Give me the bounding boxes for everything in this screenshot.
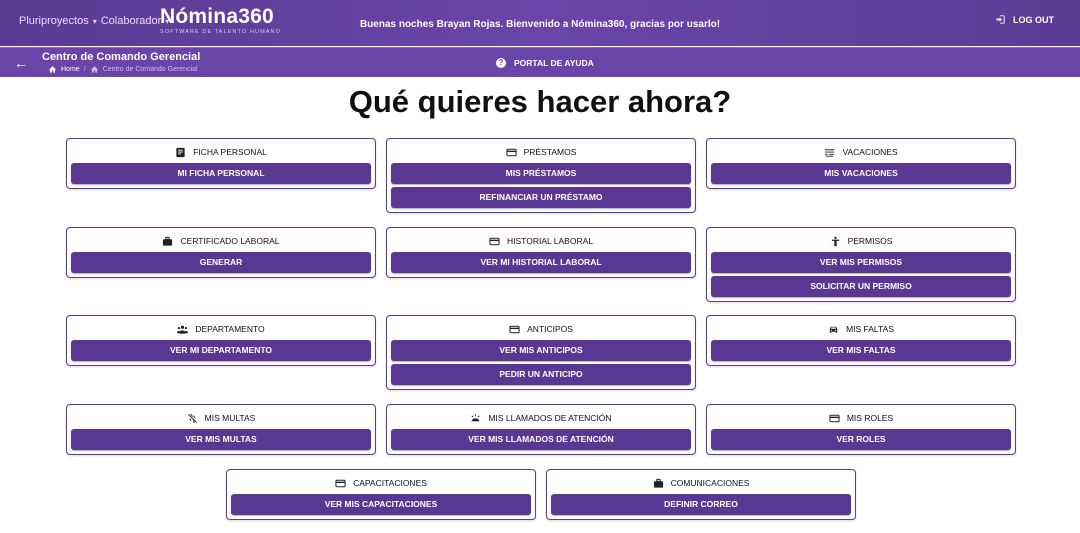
action-button[interactable]: PEDIR UN ANTICIPO [391, 364, 691, 385]
logout-label[interactable]: LOG OUT [1013, 15, 1054, 25]
action-button[interactable]: MIS VACACIONES [711, 163, 1011, 184]
action-button[interactable]: REFINANCIAR UN PRÉSTAMO [391, 187, 691, 208]
card-vacaciones: VACACIONES MIS VACACIONES [706, 138, 1016, 189]
action-button[interactable]: DEFINIR CORREO [551, 494, 851, 515]
card-header: CAPACITACIONES [231, 475, 531, 491]
card-historial-laboral: HISTORIAL LABORAL VER MI HISTORIAL LABORA… [386, 227, 696, 278]
breadcrumb-home[interactable]: Home [61, 66, 80, 73]
sub-header: ← Centro de Comando Gerencial Home / Cen… [0, 47, 1080, 77]
credit-card-icon [506, 148, 517, 156]
beach-icon [825, 148, 835, 157]
card-capacitaciones: CAPACITACIONES VER MIS CAPACITACIONES [226, 469, 536, 520]
help-label[interactable]: PORTAL DE AYUDA [514, 58, 594, 68]
action-button[interactable]: SOLICITAR UN PERMISO [711, 276, 1011, 297]
top-header: Pluriproyectos ▾ Colaborador ▾ Nómina360 SO… [0, 0, 1080, 46]
crossed-icon [187, 413, 197, 423]
breadcrumb-separator: / [83, 65, 86, 73]
card-title: MIS FALTAS [846, 324, 894, 334]
card-title: CAPACITACIONES [353, 478, 427, 488]
home-icon [90, 66, 98, 73]
card-header: DEPARTAMENTO [71, 321, 371, 337]
card-permisos: PERMISOS VER MIS PERMISOS SOLICITAR UN PER… [706, 227, 1016, 302]
page-heading: Qué quieres hacer ahora? [348, 84, 732, 119]
credit-card-icon [335, 479, 346, 487]
card-header: MIS FALTAS [711, 321, 1011, 337]
card-header: MIS LLAMADOS DE ATENCIÓN [391, 410, 691, 426]
action-button[interactable]: MIS PRÉSTAMOS [391, 163, 691, 184]
card-header: PRÉSTAMOS [391, 144, 691, 160]
card-certificado-laboral: CERTIFICADO LABORAL GENERAR [66, 227, 376, 278]
card-mis-multas: MIS MULTAS VER MIS MULTAS [66, 404, 376, 455]
card-departamento: DEPARTAMENTO VER MI DEPARTAMENTO [66, 315, 376, 366]
action-button[interactable]: VER MIS ANTICIPOS [391, 340, 691, 361]
page-title: Centro de Comando Gerencial [42, 51, 201, 63]
briefcase-icon [163, 236, 173, 246]
action-button[interactable]: VER MI DEPARTAMENTO [71, 340, 371, 361]
action-button[interactable]: VER MIS LLAMADOS DE ATENCIÓN [391, 429, 691, 450]
breadcrumb-current: Centro de Comando Gerencial [102, 65, 198, 73]
car-icon [829, 326, 838, 333]
logout-icon [996, 15, 1005, 24]
action-button[interactable]: VER ROLES [711, 429, 1011, 450]
credit-card-icon [509, 325, 520, 333]
card-mis-roles: MIS ROLES VER ROLES [706, 404, 1016, 455]
briefcase-icon [653, 478, 663, 488]
group-icon [177, 325, 189, 334]
card-comunicaciones: COMUNICACIONES DEFINIR CORREO [546, 469, 856, 520]
card-title: COMUNICACIONES [670, 478, 750, 488]
card-préstamos: PRÉSTAMOS MIS PRÉSTAMOS REFINANCIAR UN PRÉ… [386, 138, 696, 213]
card-title: HISTORIAL LABORAL [507, 236, 593, 246]
card-title: MIS ROLES [846, 413, 894, 423]
card-mis-llamados-de-atención: MIS LLAMADOS DE ATENCIÓN VER MIS LLAMADOS… [386, 404, 696, 455]
card-title: DEPARTAMENTO [195, 324, 265, 334]
id-card-icon [176, 147, 185, 157]
credit-card-icon [829, 414, 840, 422]
logout-button[interactable]: LOG OUT [995, 14, 1054, 25]
home-icon [48, 66, 57, 73]
alarm-icon [471, 413, 481, 421]
card-title: PERMISOS [847, 236, 893, 246]
card-title: CERTIFICADO LABORAL [180, 236, 280, 246]
card-anticipos: ANTICIPOS VER MIS ANTICIPOS PEDIR UN ANTIC… [386, 315, 696, 390]
card-header: PERMISOS [711, 233, 1011, 249]
person-icon [831, 236, 839, 246]
back-arrow-icon[interactable]: ← [14, 55, 28, 71]
help-icon: ? [496, 58, 506, 68]
card-title: VACACIONES [842, 147, 898, 157]
action-button[interactable]: MI FICHA PERSONAL [71, 163, 371, 184]
breadcrumb: Home / Centro de Comando Gerencial [48, 65, 198, 73]
card-title: FICHA PERSONAL [193, 147, 267, 157]
card-title: MIS LLAMADOS DE ATENCIÓN [488, 413, 612, 423]
credit-card-icon [489, 237, 500, 245]
card-header: HISTORIAL LABORAL [391, 233, 691, 249]
action-button[interactable]: VER MIS PERMISOS [711, 252, 1011, 273]
card-title: PRÉSTAMOS [523, 147, 577, 157]
card-header: ANTICIPOS [391, 321, 691, 337]
card-ficha-personal: FICHA PERSONAL MI FICHA PERSONAL [66, 138, 376, 189]
action-button[interactable]: VER MIS CAPACITACIONES [231, 494, 531, 515]
card-header: FICHA PERSONAL [71, 144, 371, 160]
action-button[interactable]: VER MIS MULTAS [71, 429, 371, 450]
card-header: MIS MULTAS [71, 410, 371, 426]
help-portal-link[interactable]: ? PORTAL DE AYUDA [496, 58, 594, 68]
card-header: MIS ROLES [711, 410, 1011, 426]
card-title: MIS MULTAS [204, 413, 256, 423]
action-button[interactable]: GENERAR [71, 252, 371, 273]
card-title: ANTICIPOS [527, 324, 573, 334]
action-button[interactable]: VER MIS FALTAS [711, 340, 1011, 361]
card-header: COMUNICACIONES [551, 475, 851, 491]
card-mis-faltas: MIS FALTAS VER MIS FALTAS [706, 315, 1016, 366]
card-header: VACACIONES [711, 144, 1011, 160]
welcome-message: Buenas noches Brayan Rojas. Bienvenido a… [359, 19, 721, 30]
action-button[interactable]: VER MI HISTORIAL LABORAL [391, 252, 691, 273]
card-header: CERTIFICADO LABORAL [71, 233, 371, 249]
